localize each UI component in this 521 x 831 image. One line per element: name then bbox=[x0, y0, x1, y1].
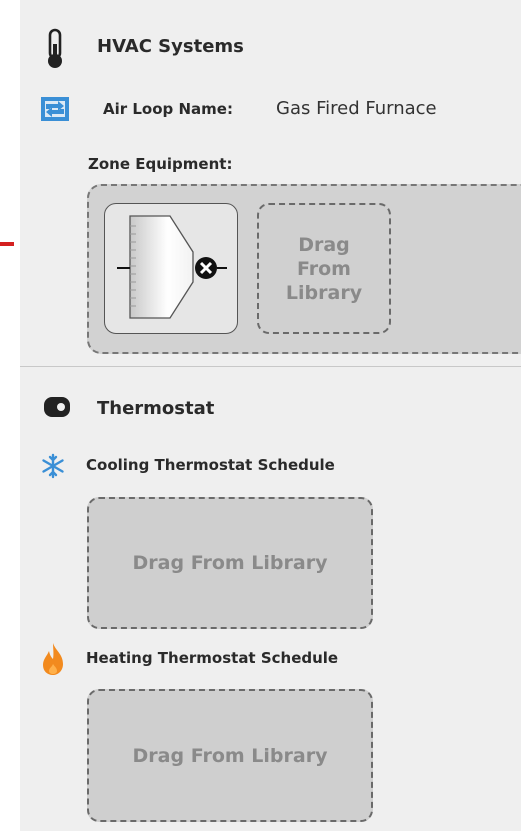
zone-equipment-drag-slot[interactable]: Drag From Library bbox=[257, 203, 391, 334]
zone-equipment-item[interactable] bbox=[104, 203, 238, 334]
snowflake-icon bbox=[42, 453, 64, 479]
cooling-schedule-label: Cooling Thermostat Schedule bbox=[86, 456, 335, 474]
hvac-panel: HVAC Systems Air Loop Name: Gas Fired Fu… bbox=[20, 0, 521, 831]
drag-from-library-label: Drag From Library bbox=[285, 233, 363, 304]
zone-equipment-label: Zone Equipment: bbox=[88, 155, 233, 173]
thermometer-icon bbox=[48, 28, 62, 68]
heating-schedule-dropzone[interactable]: Drag From Library bbox=[87, 689, 373, 822]
thermostat-title: Thermostat bbox=[97, 398, 215, 419]
heating-schedule-label: Heating Thermostat Schedule bbox=[86, 649, 339, 667]
cooling-drop-label: Drag From Library bbox=[132, 552, 328, 574]
air-terminal-icon bbox=[117, 215, 227, 319]
air-loop-name[interactable]: Gas Fired Furnace bbox=[276, 98, 437, 119]
air-loop-icon bbox=[41, 97, 69, 121]
section-divider bbox=[20, 366, 521, 367]
hvac-title: HVAC Systems bbox=[97, 36, 244, 57]
flame-icon bbox=[43, 643, 63, 675]
air-loop-label: Air Loop Name: bbox=[103, 100, 233, 118]
heating-drop-label: Drag From Library bbox=[132, 744, 328, 767]
cooling-schedule-dropzone[interactable]: Drag From Library bbox=[87, 497, 373, 629]
thermostat-icon bbox=[44, 397, 70, 417]
